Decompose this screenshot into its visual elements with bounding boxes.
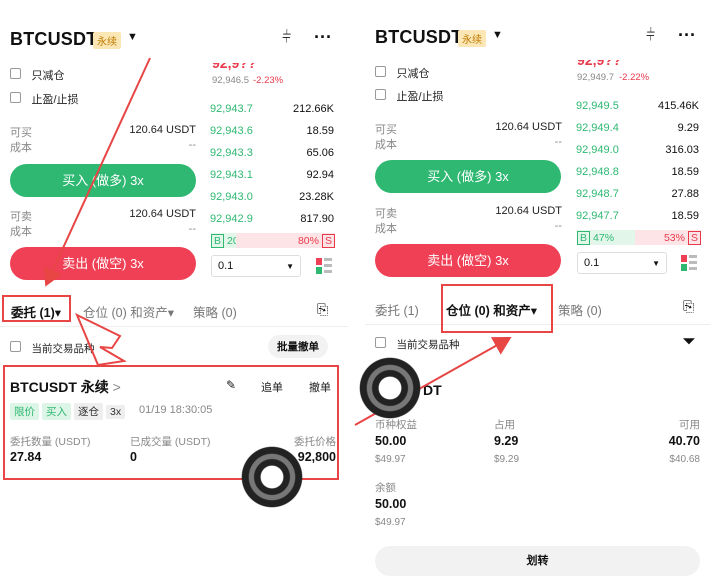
annotation-arrows	[43, 57, 512, 426]
arrow-to-order-card	[75, 312, 127, 367]
touch-indicator	[359, 357, 421, 419]
touch-indicator	[241, 446, 303, 508]
arrow-to-orders-tab	[43, 57, 151, 287]
